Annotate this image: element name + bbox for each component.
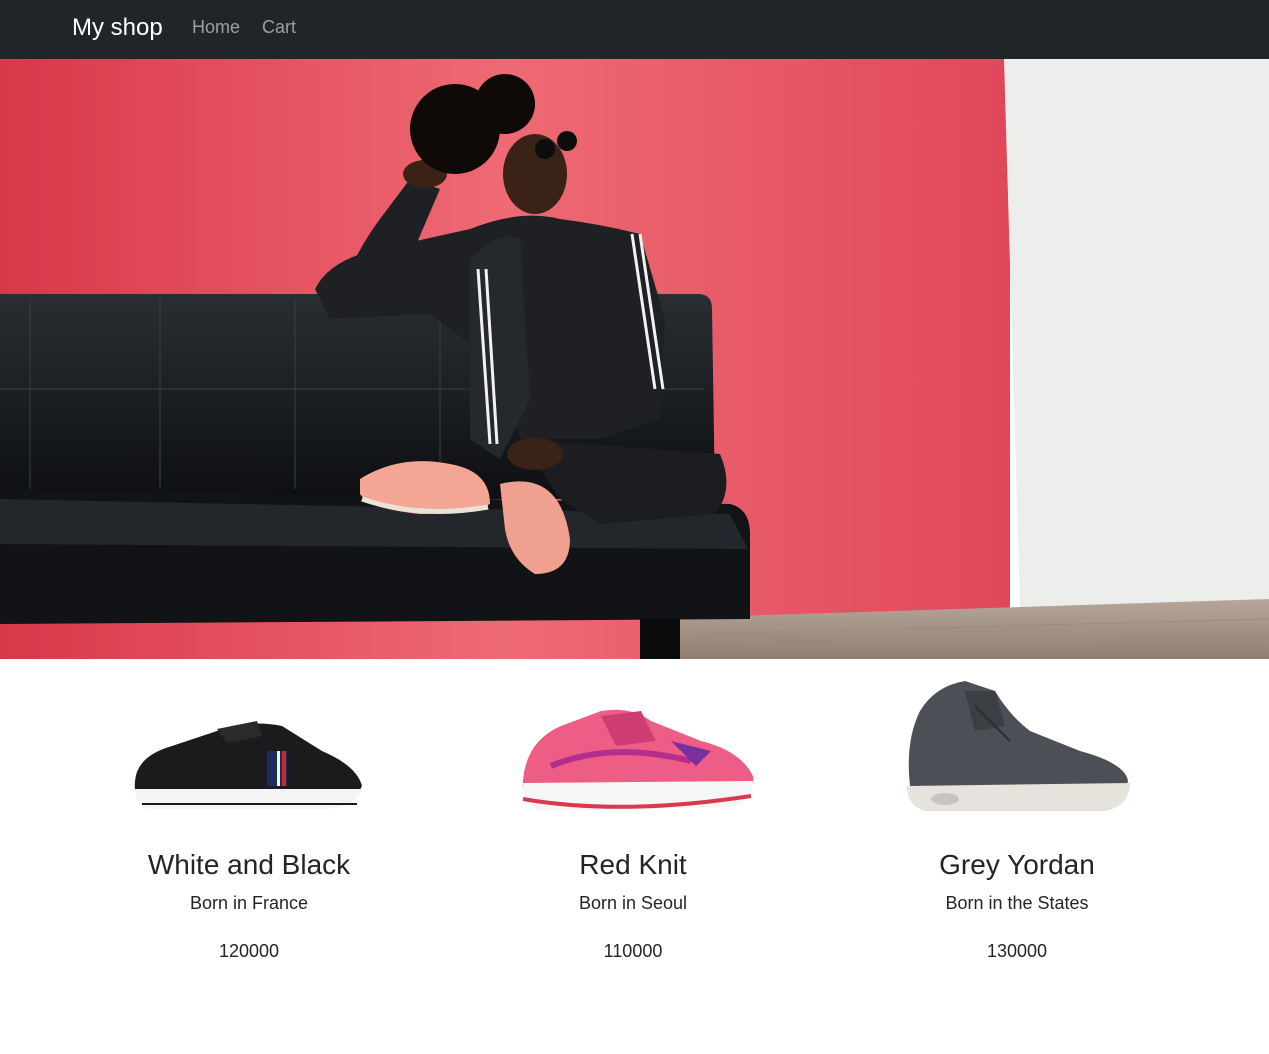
product-origin: Born in France — [189, 893, 309, 913]
navbar: My shop Home Cart — [0, 0, 1269, 59]
product-price: 110000 — [603, 941, 663, 961]
product-origin: Born in Seoul — [578, 893, 688, 913]
black-sneaker-icon — [134, 721, 362, 809]
hero-image — [0, 59, 1269, 659]
hero-banner — [0, 59, 1269, 659]
product-origin: Born in the States — [945, 893, 1089, 913]
nav-link-home[interactable]: Home — [192, 15, 240, 39]
brand-link[interactable]: My shop — [72, 12, 163, 44]
pink-running-shoe-icon — [522, 709, 754, 811]
product-title: White and Black — [147, 849, 351, 880]
product-title: Grey Yordan — [939, 849, 1095, 880]
grey-high-top-sneaker-icon — [907, 681, 1130, 811]
product-title: Red Knit — [579, 849, 687, 880]
nav-link-cart[interactable]: Cart — [262, 15, 296, 39]
product-price: 120000 — [218, 941, 280, 961]
product-list: White and Black Born in France 120000 Re… — [0, 659, 1269, 1054]
product-price: 130000 — [986, 941, 1048, 961]
